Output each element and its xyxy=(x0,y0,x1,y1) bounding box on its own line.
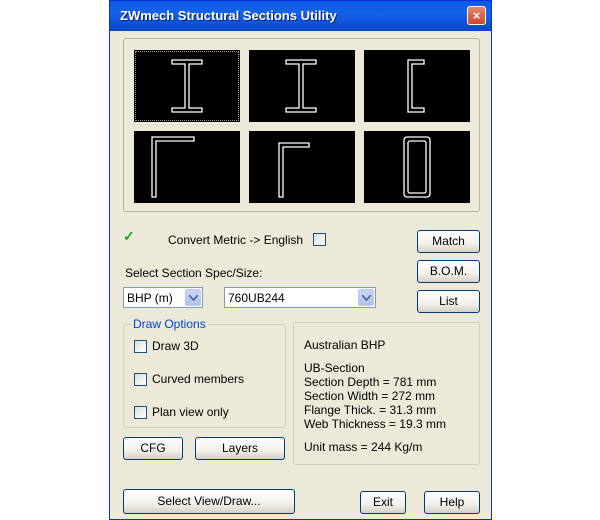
rect-hollow-icon xyxy=(403,136,431,198)
dialog-window: ZWmech Structural Sections Utility × ✓ C… xyxy=(109,0,492,520)
spec-dropdown-button[interactable] xyxy=(185,289,201,306)
convert-right-checkbox[interactable] xyxy=(313,233,326,246)
size-combo-value: 760UB244 xyxy=(228,291,285,305)
draw-3d-checkbox[interactable] xyxy=(134,340,147,353)
info-width: Section Width = 272 mm xyxy=(304,389,436,403)
info-depth: Section Depth = 781 mm xyxy=(304,375,437,389)
window-title: ZWmech Structural Sections Utility xyxy=(120,8,337,23)
info-standard: Australian BHP xyxy=(304,338,386,352)
cfg-button[interactable]: CFG xyxy=(123,437,183,460)
list-button[interactable]: List xyxy=(417,290,480,313)
section-tile-channel[interactable] xyxy=(364,50,470,122)
chevron-down-icon xyxy=(362,295,371,301)
spec-combo-value: BHP (m) xyxy=(127,291,173,305)
plan-view-label: Plan view only xyxy=(152,405,229,419)
section-tile-angle-large[interactable] xyxy=(134,131,240,203)
close-button[interactable]: × xyxy=(467,6,486,25)
section-tile-i[interactable] xyxy=(249,50,355,122)
select-section-label: Select Section Spec/Size: xyxy=(125,266,263,280)
help-button[interactable]: Help xyxy=(424,491,480,514)
spec-combo[interactable]: BHP (m) xyxy=(123,287,203,308)
section-tile-i-large[interactable] xyxy=(134,50,240,122)
plan-view-checkbox[interactable] xyxy=(134,406,147,419)
checkmark-icon: ✓ xyxy=(123,228,135,244)
info-section-type: UB-Section xyxy=(304,361,365,375)
section-info-panel: Australian BHP UB-Section Section Depth … xyxy=(293,322,480,465)
title-bar[interactable]: ZWmech Structural Sections Utility × xyxy=(110,1,491,31)
info-flange: Flange Thick. = 31.3 mm xyxy=(304,403,437,417)
exit-button[interactable]: Exit xyxy=(360,491,406,514)
info-mass: Unit mass = 244 Kg/m xyxy=(304,440,423,454)
draw-options-title: Draw Options xyxy=(131,317,208,331)
angle-large-icon xyxy=(151,136,195,198)
layers-button[interactable]: Layers xyxy=(195,437,285,460)
i-beam-icon xyxy=(285,59,317,113)
draw-3d-label: Draw 3D xyxy=(152,339,199,353)
section-preview-panel xyxy=(123,38,480,212)
convert-left-checkbox[interactable]: ✓ xyxy=(123,228,136,245)
select-view-draw-button[interactable]: Select View/Draw... xyxy=(123,489,295,514)
section-tile-angle-small[interactable] xyxy=(249,131,355,203)
size-dropdown-button[interactable] xyxy=(358,289,374,306)
close-icon: × xyxy=(472,8,481,23)
section-tile-rect-hollow[interactable] xyxy=(364,131,470,203)
match-button[interactable]: Match xyxy=(417,230,480,253)
channel-section-icon xyxy=(407,59,425,113)
draw-options-group: Draw Options Draw 3D Curved members Plan… xyxy=(123,317,286,428)
i-beam-large-icon xyxy=(171,59,203,113)
bom-button[interactable]: B.O.M. xyxy=(417,260,480,283)
curved-members-label: Curved members xyxy=(152,372,245,386)
chevron-down-icon xyxy=(189,295,198,301)
info-web: Web Thickness = 19.3 mm xyxy=(304,417,446,431)
angle-small-icon xyxy=(278,142,310,198)
convert-label: Convert Metric -> English xyxy=(168,233,304,247)
curved-members-checkbox[interactable] xyxy=(134,373,147,386)
size-combo[interactable]: 760UB244 xyxy=(224,287,376,308)
